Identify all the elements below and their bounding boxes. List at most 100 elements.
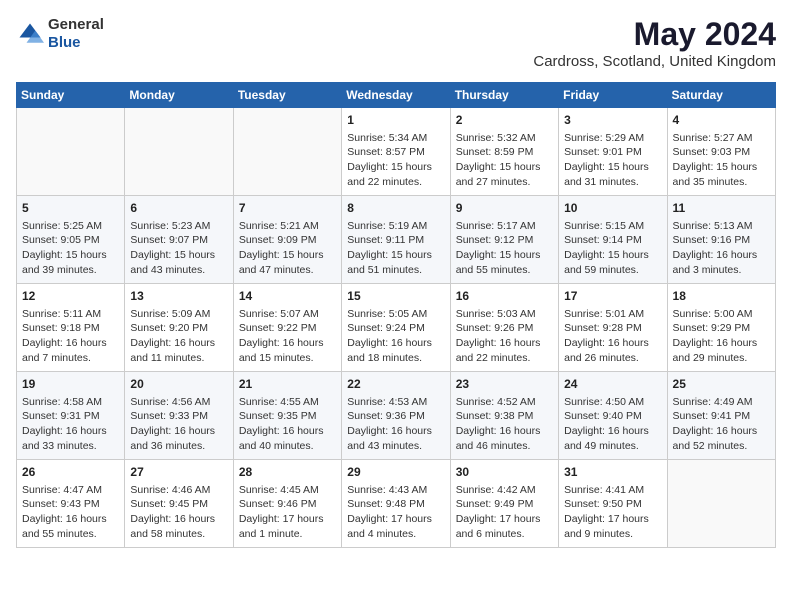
day-number: 17 — [564, 288, 661, 305]
logo-icon — [16, 20, 44, 48]
day-info: Sunrise: 4:46 AMSunset: 9:45 PMDaylight:… — [130, 483, 227, 542]
col-friday: Friday — [559, 83, 667, 108]
day-info: Sunrise: 4:43 AMSunset: 9:48 PMDaylight:… — [347, 483, 444, 542]
day-number: 18 — [673, 288, 770, 305]
day-info: Sunrise: 5:03 AMSunset: 9:26 PMDaylight:… — [456, 307, 553, 366]
day-info: Sunrise: 5:09 AMSunset: 9:20 PMDaylight:… — [130, 307, 227, 366]
calendar-cell: 6 Sunrise: 5:23 AMSunset: 9:07 PMDaylight… — [125, 196, 233, 284]
calendar-cell — [17, 108, 125, 196]
calendar-cell: 18 Sunrise: 5:00 AMSunset: 9:29 PMDayligh… — [667, 284, 775, 372]
day-number: 12 — [22, 288, 119, 305]
day-info: Sunrise: 4:47 AMSunset: 9:43 PMDaylight:… — [22, 483, 119, 542]
calendar-cell: 22Sunrise: 4:53 AMSunset: 9:36 PMDayligh… — [342, 372, 450, 460]
calendar-cell: 17 Sunrise: 5:01 AMSunset: 9:28 PMDayligh… — [559, 284, 667, 372]
day-number: 28 — [239, 464, 336, 481]
day-info: Sunrise: 5:21 AMSunset: 9:09 PMDaylight:… — [239, 219, 336, 278]
calendar-cell: 12 Sunrise: 5:11 AMSunset: 9:18 PMDayligh… — [17, 284, 125, 372]
calendar-cell: 28Sunrise: 4:45 AMSunset: 9:46 PMDayligh… — [233, 460, 341, 548]
calendar-cell: 8 Sunrise: 5:19 AMSunset: 9:11 PMDaylight… — [342, 196, 450, 284]
day-info: Sunrise: 4:42 AMSunset: 9:49 PMDaylight:… — [456, 483, 553, 542]
day-info: Sunrise: 5:00 AMSunset: 9:29 PMDaylight:… — [673, 307, 770, 366]
calendar-cell: 7 Sunrise: 5:21 AMSunset: 9:09 PMDaylight… — [233, 196, 341, 284]
day-info: Sunrise: 5:25 AMSunset: 9:05 PMDaylight:… — [22, 219, 119, 278]
calendar-cell: 2 Sunrise: 5:32 AMSunset: 8:59 PMDaylight… — [450, 108, 558, 196]
day-number: 16 — [456, 288, 553, 305]
calendar-table: Sunday Monday Tuesday Wednesday Thursday… — [16, 82, 776, 548]
day-number: 2 — [456, 112, 553, 129]
calendar-subtitle: Cardross, Scotland, United Kingdom — [533, 53, 776, 70]
calendar-cell — [233, 108, 341, 196]
day-number: 21 — [239, 376, 336, 393]
col-wednesday: Wednesday — [342, 83, 450, 108]
calendar-cell: 10 Sunrise: 5:15 AMSunset: 9:14 PMDayligh… — [559, 196, 667, 284]
calendar-cell: 23 Sunrise: 4:52 AMSunset: 9:38 PMDayligh… — [450, 372, 558, 460]
day-number: 13 — [130, 288, 227, 305]
day-info: Sunrise: 5:13 AMSunset: 9:16 PMDaylight:… — [673, 219, 770, 278]
day-info: Sunrise: 5:27 AMSunset: 9:03 PMDaylight:… — [673, 131, 770, 190]
title-block: May 2024 Cardross, Scotland, United King… — [533, 16, 776, 70]
week-row-3: 19 Sunrise: 4:58 AMSunset: 9:31 PMDayligh… — [17, 372, 776, 460]
day-info: Sunrise: 5:23 AMSunset: 9:07 PMDaylight:… — [130, 219, 227, 278]
calendar-cell: 25 Sunrise: 4:49 AMSunset: 9:41 PMDayligh… — [667, 372, 775, 460]
day-number: 25 — [673, 376, 770, 393]
week-row-1: 5 Sunrise: 5:25 AMSunset: 9:05 PMDaylight… — [17, 196, 776, 284]
day-info: Sunrise: 5:11 AMSunset: 9:18 PMDaylight:… — [22, 307, 119, 366]
calendar-cell: 11Sunrise: 5:13 AMSunset: 9:16 PMDayligh… — [667, 196, 775, 284]
day-number: 8 — [347, 200, 444, 217]
calendar-cell: 29Sunrise: 4:43 AMSunset: 9:48 PMDayligh… — [342, 460, 450, 548]
calendar-cell: 21Sunrise: 4:55 AMSunset: 9:35 PMDayligh… — [233, 372, 341, 460]
day-number: 6 — [130, 200, 227, 217]
day-info: Sunrise: 4:56 AMSunset: 9:33 PMDaylight:… — [130, 395, 227, 454]
calendar-cell: 4 Sunrise: 5:27 AMSunset: 9:03 PMDaylight… — [667, 108, 775, 196]
day-number: 19 — [22, 376, 119, 393]
day-number: 7 — [239, 200, 336, 217]
calendar-cell — [125, 108, 233, 196]
day-info: Sunrise: 4:49 AMSunset: 9:41 PMDaylight:… — [673, 395, 770, 454]
logo: General Blue — [16, 16, 104, 52]
day-number: 20 — [130, 376, 227, 393]
day-info: Sunrise: 4:41 AMSunset: 9:50 PMDaylight:… — [564, 483, 661, 542]
day-number: 5 — [22, 200, 119, 217]
day-number: 3 — [564, 112, 661, 129]
day-info: Sunrise: 5:05 AMSunset: 9:24 PMDaylight:… — [347, 307, 444, 366]
day-info: Sunrise: 5:34 AMSunset: 8:57 PMDaylight:… — [347, 131, 444, 190]
day-number: 4 — [673, 112, 770, 129]
col-saturday: Saturday — [667, 83, 775, 108]
header-row: Sunday Monday Tuesday Wednesday Thursday… — [17, 83, 776, 108]
day-info: Sunrise: 4:50 AMSunset: 9:40 PMDaylight:… — [564, 395, 661, 454]
day-number: 30 — [456, 464, 553, 481]
day-number: 22 — [347, 376, 444, 393]
calendar-cell: 14Sunrise: 5:07 AMSunset: 9:22 PMDayligh… — [233, 284, 341, 372]
day-number: 24 — [564, 376, 661, 393]
day-number: 1 — [347, 112, 444, 129]
week-row-0: 1 Sunrise: 5:34 AMSunset: 8:57 PMDaylight… — [17, 108, 776, 196]
day-info: Sunrise: 5:01 AMSunset: 9:28 PMDaylight:… — [564, 307, 661, 366]
day-number: 10 — [564, 200, 661, 217]
day-info: Sunrise: 4:58 AMSunset: 9:31 PMDaylight:… — [22, 395, 119, 454]
day-number: 31 — [564, 464, 661, 481]
calendar-cell: 5 Sunrise: 5:25 AMSunset: 9:05 PMDaylight… — [17, 196, 125, 284]
day-info: Sunrise: 5:32 AMSunset: 8:59 PMDaylight:… — [456, 131, 553, 190]
day-number: 26 — [22, 464, 119, 481]
day-number: 27 — [130, 464, 227, 481]
day-info: Sunrise: 5:19 AMSunset: 9:11 PMDaylight:… — [347, 219, 444, 278]
day-number: 9 — [456, 200, 553, 217]
calendar-cell: 9 Sunrise: 5:17 AMSunset: 9:12 PMDaylight… — [450, 196, 558, 284]
calendar-cell: 3 Sunrise: 5:29 AMSunset: 9:01 PMDaylight… — [559, 108, 667, 196]
calendar-cell: 15 Sunrise: 5:05 AMSunset: 9:24 PMDayligh… — [342, 284, 450, 372]
calendar-cell: 1 Sunrise: 5:34 AMSunset: 8:57 PMDaylight… — [342, 108, 450, 196]
calendar-cell: 30 Sunrise: 4:42 AMSunset: 9:49 PMDayligh… — [450, 460, 558, 548]
calendar-cell: 27 Sunrise: 4:46 AMSunset: 9:45 PMDayligh… — [125, 460, 233, 548]
day-number: 23 — [456, 376, 553, 393]
calendar-cell: 13 Sunrise: 5:09 AMSunset: 9:20 PMDayligh… — [125, 284, 233, 372]
page-container: General Blue May 2024 Cardross, Scotland… — [16, 16, 776, 548]
week-row-2: 12 Sunrise: 5:11 AMSunset: 9:18 PMDayligh… — [17, 284, 776, 372]
day-info: Sunrise: 4:52 AMSunset: 9:38 PMDaylight:… — [456, 395, 553, 454]
day-info: Sunrise: 5:29 AMSunset: 9:01 PMDaylight:… — [564, 131, 661, 190]
day-number: 15 — [347, 288, 444, 305]
col-monday: Monday — [125, 83, 233, 108]
logo-text: General Blue — [48, 16, 104, 52]
day-info: Sunrise: 5:17 AMSunset: 9:12 PMDaylight:… — [456, 219, 553, 278]
calendar-cell: 16 Sunrise: 5:03 AMSunset: 9:26 PMDayligh… — [450, 284, 558, 372]
day-info: Sunrise: 5:15 AMSunset: 9:14 PMDaylight:… — [564, 219, 661, 278]
